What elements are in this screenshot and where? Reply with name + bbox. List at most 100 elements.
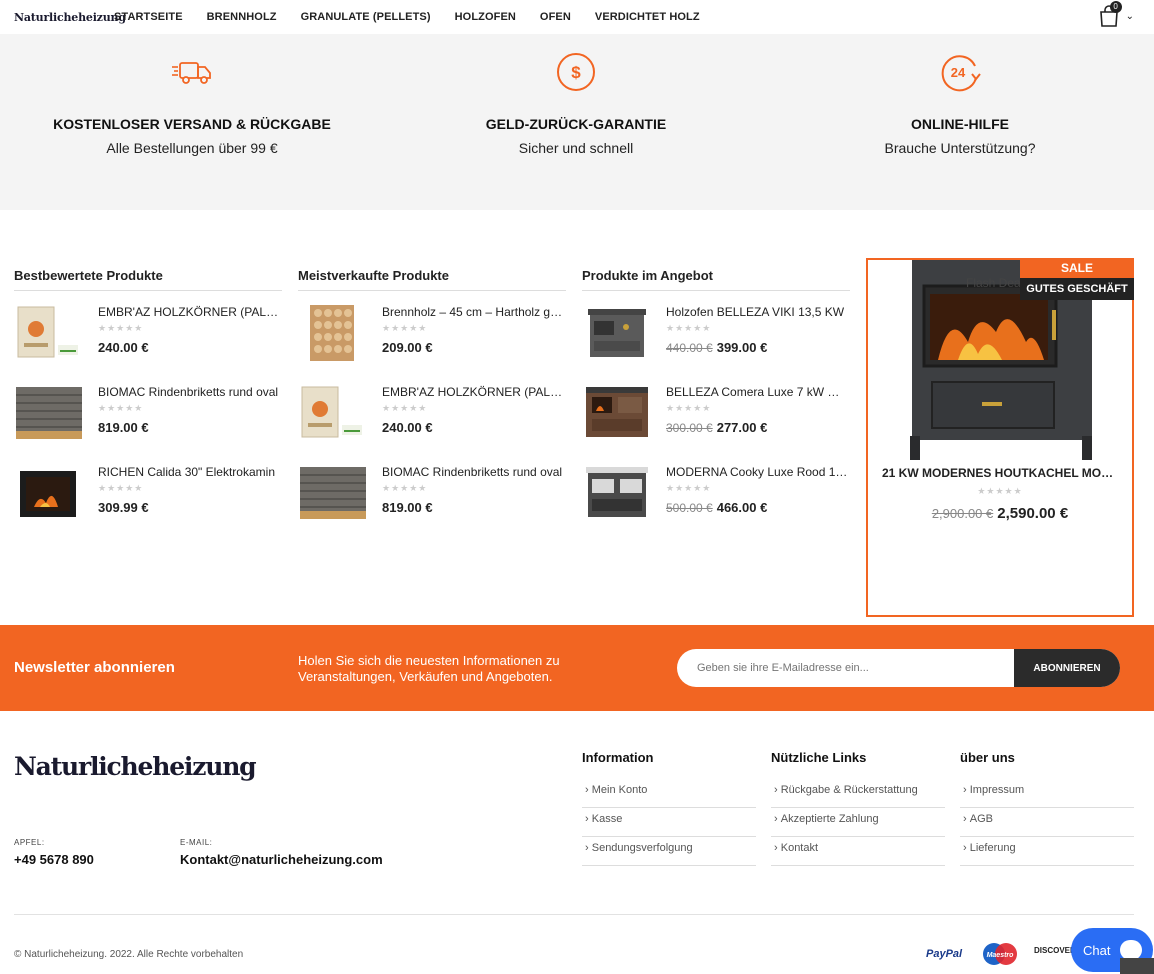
site-logo[interactable]: Naturlicheheizung: [14, 11, 126, 24]
product-item[interactable]: BIOMAC Rindenbriketts rund oval ★★★★★ 81…: [298, 451, 566, 531]
product-image[interactable]: [298, 463, 368, 525]
scroll-to-top-button[interactable]: [1120, 958, 1154, 974]
nav-verdichtet-holz[interactable]: VERDICHTET HOLZ: [595, 11, 700, 23]
rating-stars: ★★★★★: [382, 323, 428, 333]
product-name[interactable]: EMBR'AZ HOLZKÖRNER (PALETTE): [98, 305, 280, 319]
feature-title: ONLINE-HILFE: [911, 116, 1009, 132]
footer-link-zahlung[interactable]: › Akzeptierte Zahlung: [771, 808, 945, 837]
dollar-icon: $: [557, 53, 595, 91]
nav-brennholz[interactable]: BRENNHOLZ: [207, 11, 277, 23]
footer-logo[interactable]: Naturlicheheizung: [14, 752, 257, 781]
product-price: 240.00 €: [382, 420, 433, 435]
24-hours-icon: 24: [941, 55, 981, 92]
on-sale-products: Produkte im Angebot Holzofen BELLEZA VIK…: [582, 268, 850, 531]
product-name[interactable]: MODERNA Cooky Luxe Rood 13,5 kW: [666, 465, 848, 479]
best-selling-products: Meistverkaufte Produkte Brennholz – 45 c…: [298, 268, 566, 531]
footer-link-agb[interactable]: › AGB: [960, 808, 1134, 837]
nav-ofen[interactable]: OFEN: [540, 11, 571, 23]
newsletter-section: Newsletter abonnieren Holen Sie sich die…: [0, 625, 1154, 711]
maestro-logo: Maestro: [983, 943, 1017, 965]
footer-link-sendungsverfolgung[interactable]: › Sendungsverfolgung: [582, 837, 756, 866]
product-image[interactable]: [298, 303, 368, 365]
product-image[interactable]: [582, 303, 652, 365]
main-nav: STARTSEITE BRENNHOLZ GRANULATE (PELLETS)…: [114, 11, 724, 23]
feature-money-back: $ GELD-ZURÜCK-GARANTIE Sicher und schnel…: [384, 34, 768, 210]
product-item[interactable]: EMBR'AZ HOLZKÖRNER (PALETTE) ★★★★★ 240.0…: [298, 371, 566, 451]
product-item[interactable]: Holzofen BELLEZA VIKI 13,5 KW ★★★★★ 440.…: [582, 291, 850, 371]
cart-count-badge: 0: [1109, 1, 1122, 13]
rating-stars: ★★★★★: [98, 403, 144, 413]
product-name[interactable]: 21 KW MODERNES HOUTKACHEL MODELL: [882, 466, 1120, 480]
footer-link-rueckgabe[interactable]: › Rückgabe & Rückerstattung: [771, 779, 945, 808]
paypal-logo: PayPal: [926, 948, 963, 960]
footer-divider: [14, 914, 1134, 915]
footer-link-kontakt[interactable]: › Kontakt: [771, 837, 945, 866]
subscribe-button[interactable]: ABONNIEREN: [1014, 649, 1120, 687]
nav-holzofen[interactable]: HOLZOFEN: [455, 11, 516, 23]
newsletter-title: Newsletter abonnieren: [14, 659, 175, 676]
chat-bubble-icon: [1120, 940, 1143, 960]
top-rated-products: Bestbewertete Produkte EMBR'AZ HOLZKÖRNE…: [14, 268, 282, 531]
product-image[interactable]: [14, 383, 84, 445]
feature-subtitle: Brauche Unterstützung?: [884, 140, 1036, 156]
deal-badge: GUTES GESCHÄFT: [1020, 278, 1134, 300]
feature-shipping: KOSTENLOSER VERSAND & RÜCKGABE Alle Best…: [0, 34, 384, 210]
product-price: 819.00 €: [382, 500, 433, 515]
newsletter-form: ABONNIEREN: [677, 649, 1120, 687]
cart-button[interactable]: 0 ⌄: [1098, 1, 1134, 28]
product-image[interactable]: [582, 383, 652, 445]
product-price: 819.00 €: [98, 420, 149, 435]
email-address[interactable]: Kontakt@naturlicheheizung.com: [180, 852, 383, 867]
product-name[interactable]: Brennholz – 45 cm – Hartholz gemischt: [382, 305, 564, 319]
copyright: © Naturlicheheizung. 2022. Alle Rechte v…: [14, 949, 244, 960]
product-image[interactable]: [582, 463, 652, 525]
email-input[interactable]: [677, 649, 1014, 687]
nav-granulate[interactable]: GRANULATE (PELLETS): [301, 11, 431, 23]
footer-link-mein-konto[interactable]: › Mein Konto: [582, 779, 756, 808]
product-name[interactable]: BELLEZA Comera Luxe 7 kW Holzofen: [666, 385, 848, 399]
nav-startseite[interactable]: STARTSEITE: [114, 11, 183, 23]
product-price: 500.00 €466.00 €: [666, 500, 768, 515]
product-item[interactable]: RICHEN Calida 30" Elektrokamin ★★★★★ 309…: [14, 451, 282, 531]
product-name[interactable]: EMBR'AZ HOLZKÖRNER (PALETTE): [382, 385, 564, 399]
product-name[interactable]: RICHEN Calida 30" Elektrokamin: [98, 465, 280, 479]
product-item[interactable]: BELLEZA Comera Luxe 7 kW Holzofen ★★★★★ …: [582, 371, 850, 451]
product-image[interactable]: [14, 303, 84, 365]
rating-stars: ★★★★★: [382, 483, 428, 493]
rating-stars: ★★★★★: [666, 483, 712, 493]
feature-subtitle: Sicher und schnell: [518, 140, 634, 156]
product-price: 2,900.00 €2,590.00 €: [931, 505, 1069, 522]
chat-label: Chat: [1083, 942, 1111, 958]
product-name[interactable]: Holzofen BELLEZA VIKI 13,5 KW: [666, 305, 848, 319]
product-price: 240.00 €: [98, 340, 149, 355]
sale-badge: SALE: [1020, 258, 1134, 278]
product-item[interactable]: EMBR'AZ HOLZKÖRNER (PALETTE) ★★★★★ 240.0…: [14, 291, 282, 371]
svg-text:$: $: [571, 63, 581, 82]
chevron-down-icon[interactable]: ⌄: [1126, 11, 1134, 22]
feature-online-help: 24 ONLINE-HILFE Brauche Unterstützung?: [768, 34, 1152, 210]
phone-label: APFEL:: [14, 838, 45, 847]
svg-text:Maestro: Maestro: [987, 952, 1015, 959]
footer-link-impressum[interactable]: › Impressum: [960, 779, 1134, 808]
page: Naturlicheheizung STARTSEITE BRENNHOLZ G…: [0, 0, 1154, 974]
phone-number[interactable]: +49 5678 890: [14, 852, 94, 867]
feature-title: GELD-ZURÜCK-GARANTIE: [485, 116, 667, 132]
footer-link-lieferung[interactable]: › Lieferung: [960, 837, 1134, 866]
footer-column-title: über uns: [960, 750, 1015, 765]
footer-about: über uns › Impressum › AGB › Lieferung: [960, 750, 1134, 866]
product-price: 300.00 €277.00 €: [666, 420, 768, 435]
newsletter-text: Holen Sie sich die neuesten Informatione…: [298, 653, 560, 684]
product-image[interactable]: [298, 383, 368, 445]
flash-deal-card[interactable]: Flash Deals SALE GUTES GESCHÄFT 21 KW MO…: [866, 258, 1134, 617]
header: Naturlicheheizung STARTSEITE BRENNHOLZ G…: [0, 0, 1154, 34]
delivery-truck-icon: [172, 62, 211, 84]
feature-title: KOSTENLOSER VERSAND & RÜCKGABE: [53, 116, 331, 132]
product-image[interactable]: [14, 463, 84, 525]
product-name[interactable]: BIOMAC Rindenbriketts rund oval: [98, 385, 280, 399]
product-item[interactable]: Brennholz – 45 cm – Hartholz gemischt ★★…: [298, 291, 566, 371]
product-item[interactable]: BIOMAC Rindenbriketts rund oval ★★★★★ 81…: [14, 371, 282, 451]
rating-stars: ★★★★★: [977, 486, 1023, 496]
product-name[interactable]: BIOMAC Rindenbriketts rund oval: [382, 465, 564, 479]
footer-link-kasse[interactable]: › Kasse: [582, 808, 756, 837]
product-item[interactable]: MODERNA Cooky Luxe Rood 13,5 kW ★★★★★ 50…: [582, 451, 850, 531]
